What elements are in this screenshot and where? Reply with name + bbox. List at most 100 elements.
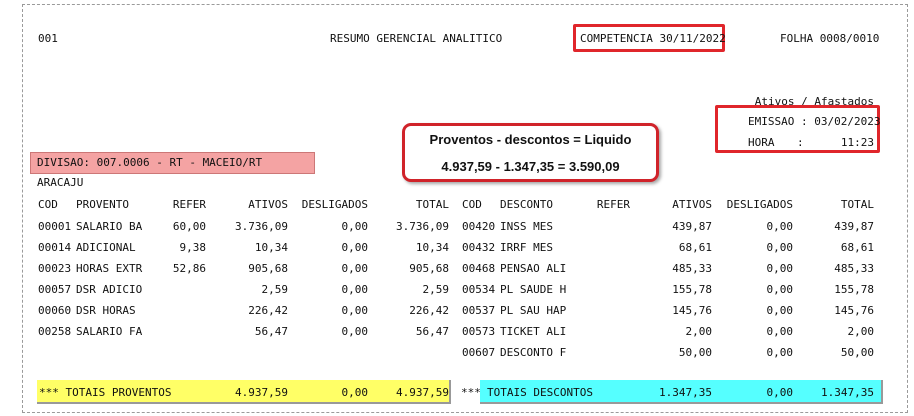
cell-cod: 00057: [38, 283, 72, 296]
emissao: EMISSAO : 03/02/2023: [748, 115, 881, 128]
cell-desligados: 0,00: [766, 346, 794, 359]
cell-desconto: PL SAUDE H: [500, 283, 567, 296]
header-total-left: TOTAL: [415, 198, 449, 211]
totais-descontos-total: 1.347,35: [821, 386, 874, 399]
totais-descontos-desligados: 0,00: [766, 386, 794, 399]
cell-ativos: 68,61: [678, 241, 712, 254]
cell-cod: 00001: [38, 220, 72, 233]
totais-proventos-label: *** TOTAIS PROVENTOS: [39, 386, 172, 399]
cell-ativos: 155,78: [672, 283, 712, 296]
cell-cod: 00060: [38, 304, 72, 317]
cell-total: 2,59: [422, 283, 450, 296]
header-cod-right: COD: [462, 198, 482, 211]
cell-provento: ADICIONAL: [76, 241, 136, 254]
cell-refer: 9,38: [179, 241, 207, 254]
cell-ativos: 2,59: [261, 283, 289, 296]
cell-ativos: 10,34: [254, 241, 288, 254]
cell-total: 226,42: [409, 304, 449, 317]
cell-provento: DSR ADICIO: [76, 283, 143, 296]
totais-descontos-stars: ***: [461, 386, 481, 399]
cell-desconto: PENSAO ALI: [500, 262, 567, 275]
cell-provento: SALARIO BA: [76, 220, 143, 233]
cell-refer: 60,00: [172, 220, 206, 233]
cell-total: 2,00: [847, 325, 875, 338]
cell-desligados: 0,00: [766, 304, 794, 317]
cell-provento: DSR HORAS: [76, 304, 136, 317]
totais-proventos-desligados: 0,00: [341, 386, 369, 399]
report-title: RESUMO GERENCIAL ANALITICO: [330, 32, 503, 45]
cell-desligados: 0,00: [766, 325, 794, 338]
cell-ativos: 439,87: [672, 220, 712, 233]
cell-total: 3.736,09: [396, 220, 449, 233]
cell-refer: 52,86: [172, 262, 206, 275]
cell-desconto: PL SAU HAP: [500, 304, 567, 317]
header-desligados-left: DESLIGADOS: [301, 198, 368, 211]
cell-desligados: 0,00: [341, 241, 369, 254]
cell-ativos: 145,76: [672, 304, 712, 317]
cell-desconto: TICKET ALI: [500, 325, 567, 338]
header-desligados-right: DESLIGADOS: [726, 198, 793, 211]
cell-desligados: 0,00: [341, 325, 369, 338]
cell-ativos: 485,33: [672, 262, 712, 275]
totais-descontos-ativos: 1.347,35: [659, 386, 712, 399]
cell-ativos: 226,42: [248, 304, 288, 317]
cell-total: 50,00: [840, 346, 874, 359]
cell-desligados: 0,00: [766, 241, 794, 254]
cell-provento: HORAS EXTR: [76, 262, 143, 275]
cell-cod: 00420: [462, 220, 496, 233]
cell-cod: 00607: [462, 346, 496, 359]
cell-total: 485,33: [834, 262, 874, 275]
cell-ativos: 50,00: [678, 346, 712, 359]
callout-values: 4.937,59 - 1.347,35 = 3.590,09: [441, 159, 620, 174]
cell-total: 145,76: [834, 304, 874, 317]
cell-cod: 00537: [462, 304, 496, 317]
header-refer-right: REFER: [596, 198, 630, 211]
cell-desligados: 0,00: [341, 220, 369, 233]
folha: FOLHA 0008/0010: [780, 32, 880, 45]
cell-total: 439,87: [834, 220, 874, 233]
header-refer-left: REFER: [172, 198, 206, 211]
cell-provento: SALARIO FA: [76, 325, 143, 338]
cell-desligados: 0,00: [766, 283, 794, 296]
cell-desligados: 0,00: [766, 262, 794, 275]
totais-descontos-label: TOTAIS DESCONTOS: [487, 386, 593, 399]
cell-desconto: INSS MES: [500, 220, 553, 233]
cell-total: 56,47: [415, 325, 449, 338]
header-total-right: TOTAL: [840, 198, 874, 211]
cell-ativos: 905,68: [248, 262, 288, 275]
cell-desligados: 0,00: [341, 262, 369, 275]
competencia: COMPETENCIA 30/11/2022: [580, 32, 726, 45]
cell-ativos: 56,47: [254, 325, 288, 338]
cell-desconto: DESCONTO F: [500, 346, 567, 359]
cell-total: 68,61: [840, 241, 874, 254]
hora-separator: :: [797, 136, 804, 149]
callout-formula: Proventos - descontos = Liquido: [429, 132, 632, 147]
cell-cod: 00258: [38, 325, 72, 338]
header-cod-left: COD: [38, 198, 58, 211]
cell-desconto: IRRF MES: [500, 241, 553, 254]
divisao-banner: DIVISAO: 007.0006 - RT - MACEIO/RT ARACA…: [30, 152, 315, 189]
cell-total: 155,78: [834, 283, 874, 296]
header-desconto: DESCONTO: [500, 198, 553, 211]
header-provento: PROVENTO: [76, 198, 129, 211]
cell-cod: 00014: [38, 241, 72, 254]
cell-cod: 00023: [38, 262, 72, 275]
cell-cod: 00573: [462, 325, 496, 338]
cell-ativos: 2,00: [685, 325, 713, 338]
cell-cod: 00534: [462, 283, 496, 296]
cell-ativos: 3.736,09: [235, 220, 288, 233]
report-code: 001: [38, 32, 58, 45]
cell-desligados: 0,00: [341, 283, 369, 296]
cell-cod: 00432: [462, 241, 496, 254]
header-ativos-right: ATIVOS: [672, 198, 712, 211]
cell-desligados: 0,00: [341, 304, 369, 317]
cell-total: 10,34: [415, 241, 449, 254]
liquido-callout: Proventos - descontos = Liquido 4.937,59…: [402, 123, 659, 182]
cell-cod: 00468: [462, 262, 496, 275]
hora-label: HORA: [748, 136, 775, 149]
hora-value: 11:23: [840, 136, 874, 149]
cell-total: 905,68: [409, 262, 449, 275]
cell-desligados: 0,00: [766, 220, 794, 233]
totais-proventos-total: 4.937,59: [396, 386, 449, 399]
header-ativos-left: ATIVOS: [248, 198, 288, 211]
